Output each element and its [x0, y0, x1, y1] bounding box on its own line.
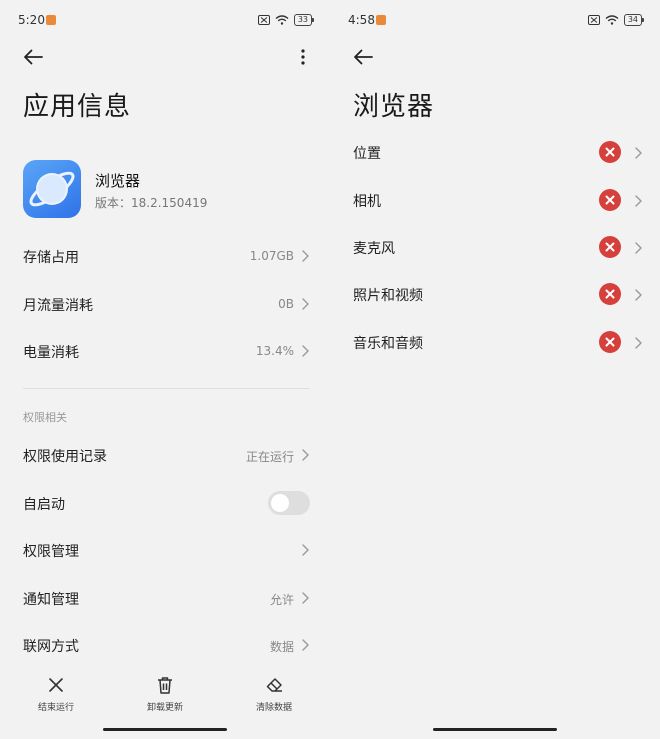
- autostart-row: 自启动: [23, 486, 310, 520]
- home-indicator[interactable]: [103, 728, 227, 731]
- clear-data-label: 清除数据: [255, 703, 292, 713]
- chevron-right-icon: [300, 249, 310, 263]
- permission-label: 相机: [353, 194, 381, 210]
- row-label: 联网方式: [23, 639, 79, 655]
- row-value: 正在运行: [245, 450, 294, 464]
- battery-icon: 33: [293, 14, 315, 26]
- row-label: 电量消耗: [23, 345, 79, 361]
- wifi-icon: [275, 15, 289, 25]
- close-circle-icon: [599, 331, 621, 353]
- app-version: 版本：18.2.150419: [95, 196, 208, 210]
- sim-icon: [587, 15, 600, 25]
- permission-label: 麦克风: [353, 241, 395, 257]
- app-name: 浏览器: [95, 172, 141, 190]
- more-button[interactable]: [298, 46, 308, 68]
- back-button[interactable]: [22, 46, 44, 68]
- row-label: 权限管理: [23, 544, 79, 560]
- storage-row[interactable]: 存储占用 1.07GB: [23, 239, 310, 273]
- force-stop-label: 结束运行: [37, 703, 74, 713]
- close-circle-icon: [599, 283, 621, 305]
- notification-icon: [46, 15, 56, 25]
- sim-icon: [257, 15, 270, 25]
- status-bar: 5:20 33: [18, 12, 315, 30]
- home-indicator[interactable]: [433, 728, 557, 731]
- close-circle-icon: [599, 236, 621, 258]
- more-vertical-icon: [301, 49, 305, 65]
- close-icon: [49, 678, 63, 692]
- notification-manage-row[interactable]: 通知管理 允许: [23, 581, 310, 615]
- permission-label: 位置: [353, 146, 381, 162]
- trash-icon: [158, 676, 172, 694]
- chevron-right-icon: [633, 335, 643, 349]
- chevron-right-icon: [633, 145, 643, 159]
- app-header: 浏览器 版本：18.2.150419: [23, 160, 313, 218]
- permission-record-row[interactable]: 权限使用记录 正在运行: [23, 438, 310, 472]
- notification-icon: [376, 15, 386, 25]
- permission-music-audio-row[interactable]: 音乐和音频: [353, 325, 643, 359]
- row-label: 存储占用: [23, 250, 79, 266]
- permission-location-row[interactable]: 位置: [353, 135, 643, 169]
- row-value: 允许: [269, 593, 294, 607]
- browser-app-icon: [23, 160, 81, 218]
- toggle-knob: [271, 494, 289, 512]
- chevron-right-icon: [300, 543, 310, 557]
- bottom-action-bar: 结束运行 卸载更新 清除数据: [0, 674, 330, 719]
- row-value: 1.07GB: [249, 249, 294, 263]
- uninstall-updates-button[interactable]: 卸载更新: [125, 674, 205, 713]
- section-title: 权限相关: [23, 411, 67, 424]
- chevron-right-icon: [633, 287, 643, 301]
- arrow-left-icon: [24, 49, 43, 65]
- row-label: 月流量消耗: [23, 298, 93, 314]
- status-time: 4:58: [348, 13, 375, 27]
- permission-manage-row[interactable]: 权限管理: [23, 533, 310, 567]
- eraser-icon: [266, 678, 282, 692]
- network-mode-row[interactable]: 联网方式 数据: [23, 628, 310, 662]
- arrow-left-icon: [354, 49, 373, 65]
- status-bar: 4:58 34: [348, 12, 645, 30]
- permission-label: 照片和视频: [353, 288, 423, 304]
- battery-icon: 34: [623, 14, 645, 26]
- clear-data-button[interactable]: 清除数据: [234, 674, 314, 713]
- chevron-right-icon: [633, 193, 643, 207]
- divider: [23, 388, 310, 389]
- chevron-right-icon: [300, 591, 310, 605]
- status-time: 5:20: [18, 13, 45, 27]
- chevron-right-icon: [300, 344, 310, 358]
- permission-camera-row[interactable]: 相机: [353, 183, 643, 217]
- uninstall-updates-label: 卸载更新: [146, 703, 183, 713]
- force-stop-button[interactable]: 结束运行: [16, 674, 96, 713]
- back-button[interactable]: [352, 46, 374, 68]
- row-value: 13.4%: [255, 344, 294, 358]
- permission-label: 音乐和音频: [353, 336, 423, 352]
- row-value: 0B: [278, 297, 294, 311]
- autostart-toggle[interactable]: [268, 491, 310, 515]
- chevron-right-icon: [300, 297, 310, 311]
- app-permissions-screen: 4:58 34 浏览器 位置 相机 麦克风 照片和视频 音乐和音频: [330, 0, 660, 739]
- wifi-icon: [605, 15, 619, 25]
- close-circle-icon: [599, 189, 621, 211]
- close-circle-icon: [599, 141, 621, 163]
- row-label: 自启动: [23, 497, 65, 513]
- data-usage-row[interactable]: 月流量消耗 0B: [23, 287, 310, 321]
- chevron-right-icon: [633, 240, 643, 254]
- chevron-right-icon: [300, 638, 310, 652]
- page-title: 浏览器: [353, 92, 435, 122]
- row-label: 通知管理: [23, 592, 79, 608]
- page-title: 应用信息: [23, 92, 132, 122]
- row-value: 数据: [269, 640, 294, 654]
- app-info-screen: 5:20 33 应用信息 浏览器 版本：18.2.150419 存储占用 1.0…: [0, 0, 330, 739]
- row-label: 权限使用记录: [23, 449, 107, 465]
- chevron-right-icon: [300, 448, 310, 462]
- permission-photos-videos-row[interactable]: 照片和视频: [353, 277, 643, 311]
- permission-microphone-row[interactable]: 麦克风: [353, 230, 643, 264]
- battery-usage-row[interactable]: 电量消耗 13.4%: [23, 334, 310, 368]
